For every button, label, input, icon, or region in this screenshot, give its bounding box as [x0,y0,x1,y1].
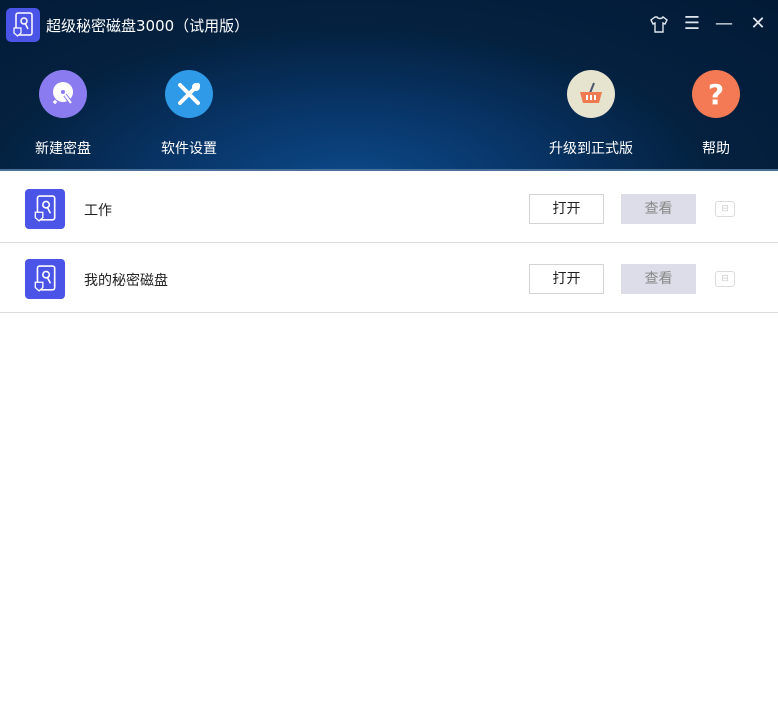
disk-row: 工作 打开 查看 ⊟ [0,173,778,243]
app-title: 超级秘密磁盘3000（试用版） [46,17,250,35]
new-disk-icon [39,70,87,118]
upgrade-label: 升级到正式版 [549,141,633,157]
open-button[interactable]: 打开 [529,264,604,294]
basket-icon [567,70,615,118]
help-icon: ? [692,70,740,118]
close-icon[interactable]: ✕ [748,14,768,34]
help-button[interactable]: ? 帮助 [666,70,766,158]
upgrade-button[interactable]: 升级到正式版 [541,70,641,158]
app-logo-icon [6,8,40,42]
disk-icon [25,189,65,229]
delete-icon[interactable]: ⊟ [715,201,735,217]
view-button[interactable]: 查看 [621,194,696,224]
skin-icon[interactable] [649,14,669,34]
new-disk-label: 新建密盘 [35,141,91,157]
disk-icon [25,259,65,299]
view-button[interactable]: 查看 [621,264,696,294]
disk-name: 工作 [84,203,112,219]
settings-button[interactable]: 软件设置 [139,70,239,158]
disk-row: 我的秘密磁盘 打开 查看 ⊟ [0,243,778,313]
header: 超级秘密磁盘3000（试用版） ☰ — ✕ 新建密盘 软件设置 升级到正式版 ?… [0,0,778,171]
help-label: 帮助 [702,141,730,157]
disk-name: 我的秘密磁盘 [84,273,168,289]
settings-icon [165,70,213,118]
settings-label: 软件设置 [161,141,217,157]
delete-icon[interactable]: ⊟ [715,271,735,287]
new-disk-button[interactable]: 新建密盘 [13,70,113,158]
open-button[interactable]: 打开 [529,194,604,224]
minimize-icon[interactable]: — [714,14,734,34]
menu-icon[interactable]: ☰ [682,14,702,34]
